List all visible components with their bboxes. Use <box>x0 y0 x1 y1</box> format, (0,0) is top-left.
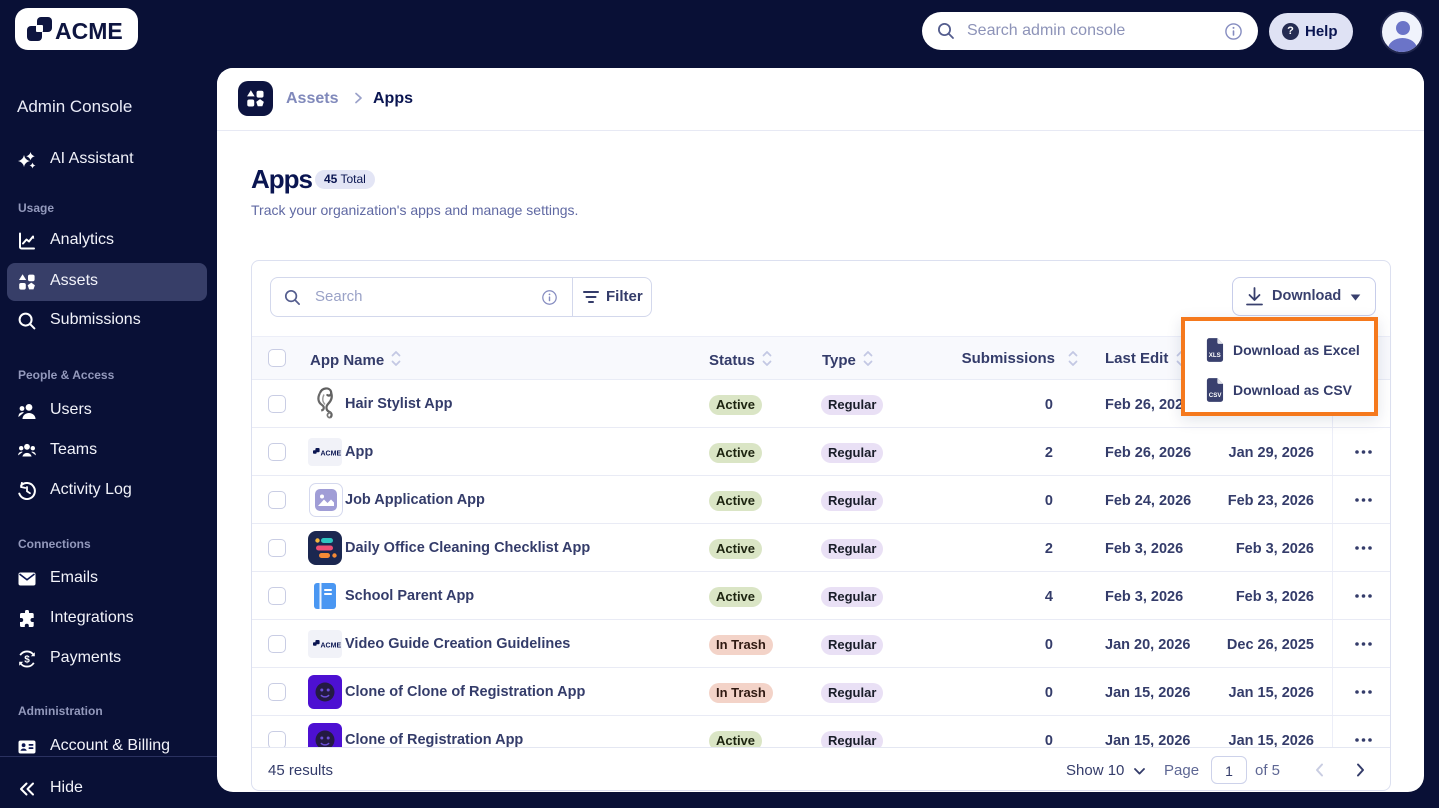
svg-text:ACME: ACME <box>321 643 342 650</box>
svg-text:XLS: XLS <box>1209 352 1221 359</box>
svg-text:$: $ <box>24 655 30 666</box>
svg-text:CSV: CSV <box>1209 392 1223 399</box>
svg-text:ACME: ACME <box>321 451 342 458</box>
